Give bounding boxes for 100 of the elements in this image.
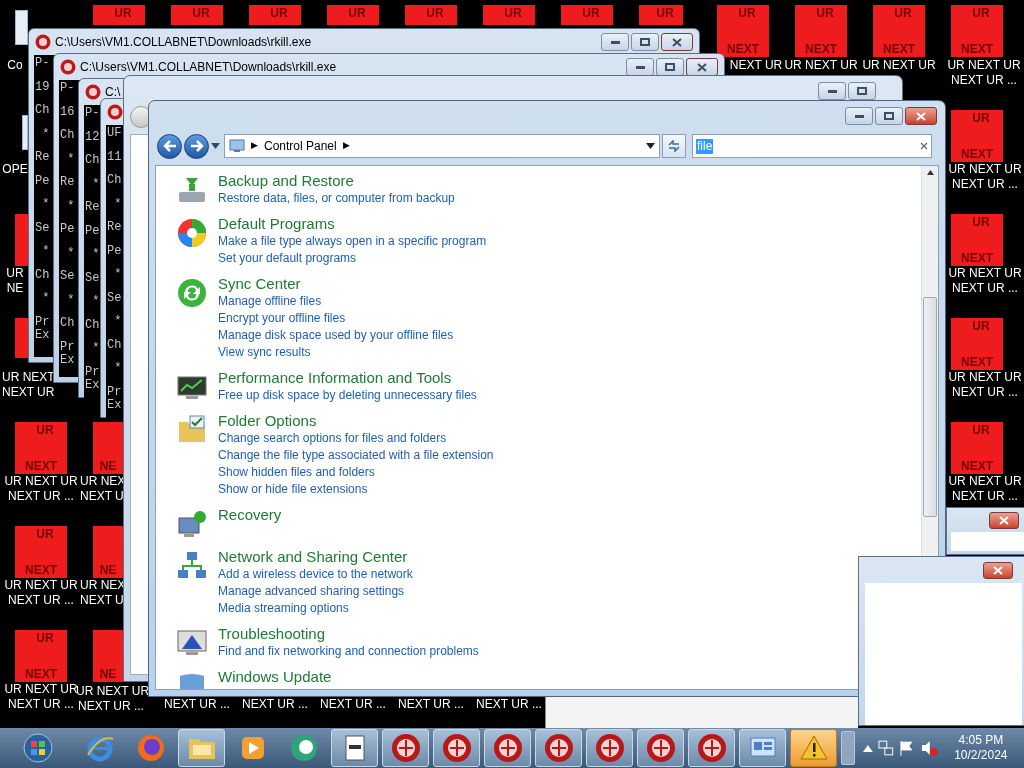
- close-button[interactable]: [686, 58, 718, 76]
- task-link[interactable]: Change search options for files and folders: [218, 430, 494, 447]
- console-line: Ch: [107, 174, 122, 187]
- category-title[interactable]: Network and Sharing Center: [218, 548, 413, 566]
- app-icon: [441, 733, 472, 763]
- console-line: Ch: [85, 154, 100, 167]
- close-button[interactable]: [983, 561, 1013, 579]
- console-line: *: [113, 315, 122, 328]
- task-link[interactable]: Restore data, files, or computer from backup: [218, 190, 455, 207]
- category-title[interactable]: Sync Center: [218, 275, 454, 293]
- icon-text: NEXT: [25, 564, 57, 576]
- address-bar[interactable]: ▶ Control Panel ▶: [224, 134, 660, 158]
- task-link[interactable]: Change the file type associated with a file extension: [218, 447, 494, 464]
- category-title[interactable]: Default Programs: [218, 215, 487, 233]
- clock-time[interactable]: 4:05 PM: [958, 733, 1004, 748]
- breadcrumb-separator[interactable]: ▶: [342, 139, 350, 153]
- volume-muted-icon[interactable]: [920, 739, 938, 757]
- maximize-button[interactable]: [631, 33, 659, 51]
- close-button[interactable]: [661, 33, 693, 51]
- caret-icon[interactable]: [211, 143, 220, 149]
- task-link[interactable]: Show or hide file extensions: [218, 481, 494, 498]
- maximize-button[interactable]: [875, 107, 903, 125]
- icon-text: UR: [971, 216, 990, 228]
- taskbar-scroller[interactable]: [841, 731, 856, 765]
- control-panel-icon: [229, 139, 245, 153]
- icon-label: UR NEXT UR NEXT UR ...: [3, 474, 79, 504]
- task-link[interactable]: Find and fix networking and connection problems: [218, 643, 479, 660]
- breadcrumb-separator[interactable]: ▶: [251, 139, 258, 153]
- category-title[interactable]: Windows Update: [218, 668, 332, 686]
- icon-label: UR NEXT UR: [783, 58, 859, 73]
- close-icon: [697, 62, 707, 72]
- app-icon: [594, 733, 625, 763]
- category-title[interactable]: Backup and Restore: [218, 172, 455, 190]
- icon-text: NEXT: [727, 43, 759, 55]
- console-line: Re: [107, 221, 122, 234]
- category-title[interactable]: Troubleshooting: [218, 625, 479, 643]
- icon-label: NEXT UR: [728, 58, 784, 73]
- icon-label: UR NEXT UR NEXT UR ...: [3, 578, 79, 608]
- app-icon: [492, 733, 523, 763]
- task-link[interactable]: Show hidden files and folders: [218, 464, 494, 481]
- refresh-button[interactable]: [662, 134, 686, 158]
- window-title: C:\Users\VM1.COLLABNET\Downloads\rkill.exe: [80, 59, 337, 76]
- close-icon: [993, 565, 1003, 575]
- icon-text: UR: [971, 112, 990, 124]
- console-line: Re: [85, 201, 100, 214]
- minimize-button[interactable]: [845, 107, 873, 125]
- icon-text: NEXT: [961, 460, 993, 472]
- back-button[interactable]: [157, 133, 182, 159]
- console-line: Pe: [35, 174, 50, 188]
- console-line: *: [91, 248, 100, 261]
- console-line: Pr Ex: [107, 385, 122, 412]
- icon-text: NE: [99, 668, 117, 680]
- close-button[interactable]: [905, 107, 937, 125]
- app-icon: [85, 84, 101, 100]
- scroll-up-icon[interactable]: [926, 170, 934, 175]
- task-link[interactable]: Add a wireless device to the network: [218, 566, 413, 583]
- forward-button[interactable]: [184, 133, 209, 159]
- task-link[interactable]: Manage disk space used by your offline files: [218, 327, 454, 344]
- task-link[interactable]: Set your default programs: [218, 250, 487, 267]
- console-line: Pe: [107, 244, 122, 258]
- task-link[interactable]: Manage offline files: [218, 293, 454, 310]
- close-button[interactable]: [989, 511, 1019, 529]
- icon-label: UR NEXT UR NEXT UR ...: [947, 474, 1023, 504]
- maximize-button[interactable]: [656, 58, 684, 76]
- console-line: P-: [85, 107, 100, 120]
- minimize-button[interactable]: [818, 82, 846, 100]
- back-arrow-icon: [162, 140, 177, 152]
- show-hidden-icons-icon[interactable]: [863, 744, 873, 752]
- task-link[interactable]: Free up disk space by deleting unnecessary files: [218, 387, 477, 404]
- task-link[interactable]: Media streaming options: [218, 600, 413, 617]
- network-icon[interactable]: [876, 739, 895, 757]
- category-title[interactable]: Performance Information and Tools: [218, 369, 477, 387]
- search-field[interactable]: file: [692, 134, 932, 158]
- icon-text: UR: [581, 7, 600, 19]
- console-line: *: [41, 127, 50, 141]
- minimize-button[interactable]: [601, 33, 629, 51]
- console-line: Pr Ex: [35, 315, 50, 342]
- icon-label: UR NEXT UR NEXT UR ...: [946, 58, 1022, 88]
- console-line: Pe: [85, 224, 100, 238]
- app-icon: [107, 104, 123, 120]
- task-link[interactable]: View sync results: [218, 344, 454, 361]
- app-icon: [543, 733, 574, 763]
- category-title[interactable]: Folder Options: [218, 412, 494, 430]
- browser-icon: [135, 733, 166, 763]
- maximize-button[interactable]: [848, 82, 876, 100]
- console-line: 16: [60, 105, 75, 119]
- task-link[interactable]: Encrypt your offline files: [218, 310, 454, 327]
- breadcrumb-link[interactable]: Control Panel: [264, 137, 337, 155]
- warning-icon: [798, 733, 829, 763]
- console-line: 12: [85, 130, 100, 144]
- task-link[interactable]: Manage advanced sharing settings: [218, 583, 413, 600]
- task-link[interactable]: Make a file type always open in a specific program: [218, 233, 487, 250]
- scroll-thumb[interactable]: [923, 297, 937, 517]
- minimize-button[interactable]: [626, 58, 654, 76]
- console-line: *: [66, 293, 75, 307]
- clear-icon[interactable]: [920, 142, 928, 150]
- dropdown-caret-icon[interactable]: [646, 143, 655, 149]
- category-title[interactable]: Recovery: [218, 506, 282, 524]
- icon-text: UR: [971, 320, 990, 332]
- clock-date[interactable]: 10/2/2024: [954, 748, 1008, 763]
